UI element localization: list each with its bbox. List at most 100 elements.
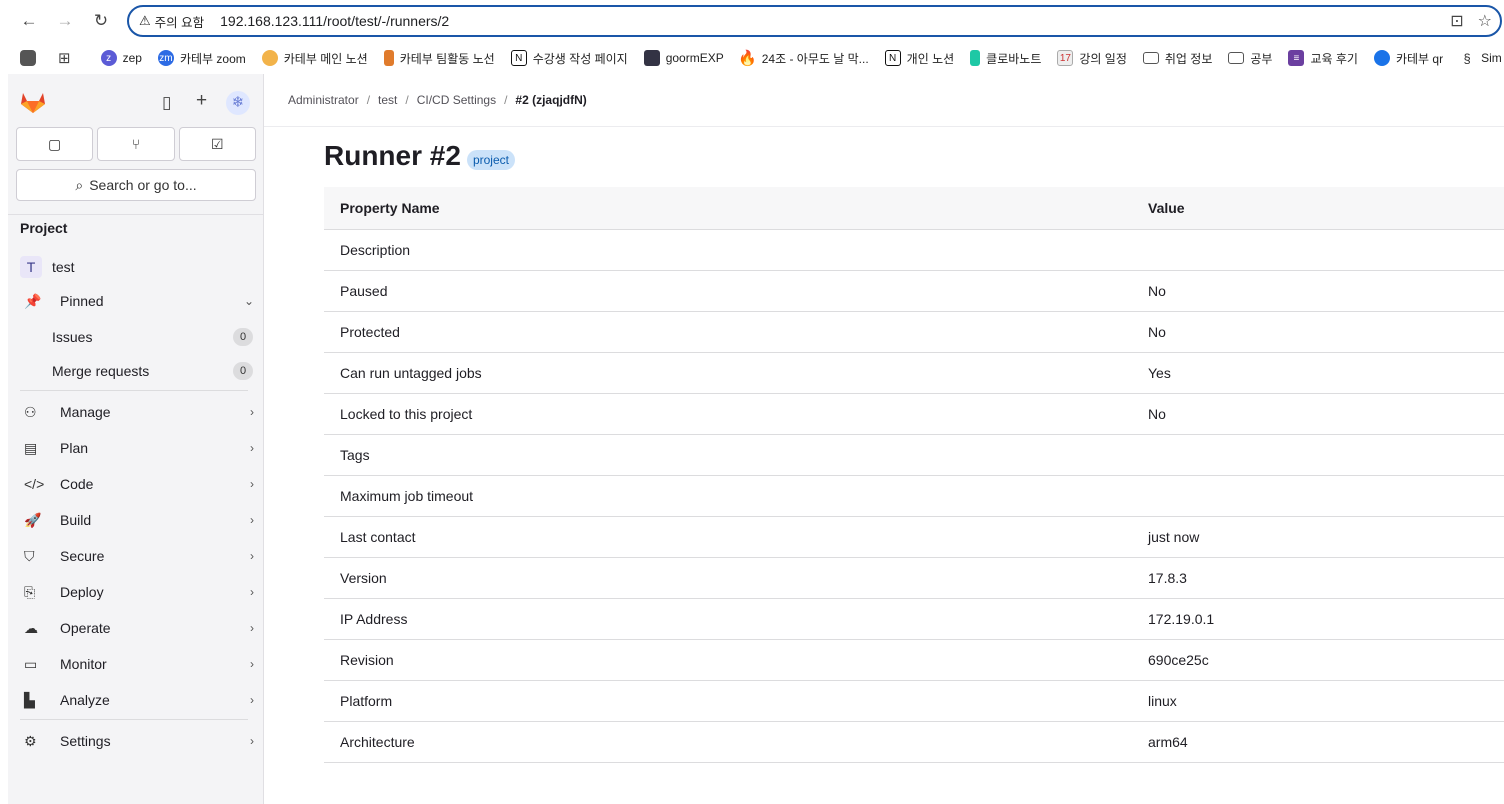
project-avatar: T: [20, 256, 42, 278]
plus-icon[interactable]: +: [196, 90, 207, 112]
bookmark-item[interactable]: § Sim: [1459, 50, 1501, 66]
reload-icon[interactable]: ↻: [90, 10, 112, 32]
breadcrumb-item[interactable]: CI/CD Settings: [417, 93, 496, 107]
calendar-icon: ▤: [24, 439, 38, 456]
sidebar-item-monitor[interactable]: ▭ Monitor ›: [16, 648, 256, 680]
bookmark-item[interactable]: 클로바노트: [970, 50, 1041, 67]
shield-icon: ⛉: [24, 547, 35, 564]
property-name-cell: Maximum job timeout: [324, 475, 1132, 517]
back-icon[interactable]: ←: [18, 10, 40, 32]
property-name-cell: Platform: [324, 680, 1132, 722]
bookmark-item[interactable]: 카테부 메인 노션: [261, 50, 368, 67]
page-header: Runner #2 project: [324, 140, 515, 172]
user-avatar[interactable]: ❄: [226, 91, 250, 115]
gitlab-logo-icon[interactable]: [20, 90, 46, 114]
sidebar: ▯ + ❄ ▢ ⑂ ☑ ⌕ Search or go to... Project…: [8, 74, 264, 804]
bookmark-item[interactable]: 🔥 24조 - 아무도 날 막...: [738, 50, 868, 67]
bookmarks-bar: ⊞ z zep zm 카테부 zoom 카테부 메인 노션 카테부 팀활동 노선 N…: [0, 42, 1504, 74]
sidebar-item-secure[interactable]: ⛉ Secure ›: [16, 540, 256, 572]
apps-icon[interactable]: ⊞: [58, 49, 71, 67]
folder-icon: [1142, 52, 1159, 64]
goorm-icon: [643, 50, 660, 66]
property-name-cell: Can run untagged jobs: [324, 352, 1132, 394]
code-icon: </>: [24, 476, 45, 492]
table-row: Protected No: [324, 311, 1504, 353]
sidebar-item-code[interactable]: </> Code ›: [16, 468, 256, 500]
chevron-right-icon: ›: [250, 405, 254, 419]
bookmark-item[interactable]: 취업 정보: [1142, 50, 1212, 67]
sidebar-item-build[interactable]: 🚀 Build ›: [16, 504, 256, 536]
sidebar-section-heading: Project: [20, 220, 68, 236]
bookmark-icon: [383, 50, 394, 66]
users-icon: ⚇: [24, 403, 37, 420]
table-row: Can run untagged jobs Yes: [324, 352, 1504, 394]
bookmark-item[interactable]: N 개인 노션: [884, 50, 954, 67]
pin-icon: 📌: [24, 292, 42, 309]
warning-icon[interactable]: ⚠: [139, 13, 151, 29]
todos-tab-icon[interactable]: ☑: [178, 127, 256, 161]
sidebar-toggle-icon[interactable]: [20, 50, 42, 66]
bookmark-item[interactable]: ≡ 교육 후기: [1288, 50, 1358, 67]
sidebar-item-deploy[interactable]: ⎘ Deploy ›: [16, 576, 256, 608]
sidebar-header: ▯ + ❄: [8, 74, 264, 132]
sidebar-item-manage[interactable]: ⚇ Manage ›: [16, 396, 256, 428]
qr-icon: [1373, 50, 1390, 66]
bookmark-item[interactable]: 공부: [1228, 50, 1272, 67]
runner-type-badge: project: [466, 150, 515, 170]
table-row: Version 17.8.3: [324, 557, 1504, 599]
chevron-down-icon: ⌄: [243, 294, 254, 308]
forward-icon[interactable]: →: [54, 10, 76, 32]
url-text[interactable]: 192.168.123.111/root/test/-/runners/2: [220, 13, 449, 29]
sim-icon: §: [1463, 50, 1471, 66]
notion-icon: N: [884, 50, 901, 66]
bookmark-item[interactable]: 카테부 qr: [1373, 50, 1443, 67]
breadcrumb-item[interactable]: test: [378, 93, 397, 107]
count-badge: 0: [233, 362, 253, 380]
sidebar-item-settings[interactable]: ⚙ Settings ›: [16, 725, 256, 757]
property-name-cell: Architecture: [324, 721, 1132, 763]
bookmark-item[interactable]: goormEXP: [643, 50, 724, 66]
search-button[interactable]: ⌕ Search or go to...: [16, 169, 256, 201]
property-value-cell: No: [1132, 270, 1504, 312]
merge-requests-tab-icon[interactable]: ⑂: [97, 127, 175, 161]
folder-icon: [1228, 52, 1245, 64]
property-value-cell: just now: [1132, 516, 1504, 558]
property-name-cell: IP Address: [324, 598, 1132, 640]
notion-emoji-icon: [261, 50, 278, 66]
collapse-sidebar-icon[interactable]: ▯: [162, 93, 171, 113]
breadcrumb-item[interactable]: Administrator: [288, 93, 359, 107]
bookmark-item[interactable]: zm 카테부 zoom: [157, 50, 246, 67]
star-icon[interactable]: ☆: [1478, 11, 1492, 31]
table-row: IP Address 172.19.0.1: [324, 598, 1504, 640]
table-row: Description: [324, 229, 1504, 271]
bookmark-item[interactable]: 카테부 팀활동 노선: [383, 50, 495, 67]
chevron-right-icon: ›: [250, 657, 254, 671]
deploy-icon: ⎘: [24, 583, 36, 600]
sidebar-item-project[interactable]: T test: [16, 251, 256, 283]
issues-tab-icon[interactable]: ▢: [16, 127, 94, 161]
breadcrumb: Administrator / test / CI/CD Settings / …: [264, 74, 1504, 127]
sidebar-item-plan[interactable]: ▤ Plan ›: [16, 432, 256, 464]
breadcrumb-separator: /: [504, 93, 508, 107]
sidebar-item-analyze[interactable]: ▙ Analyze ›: [16, 684, 256, 716]
table-row: Architecture arm64: [324, 721, 1504, 763]
sidebar-item-issues[interactable]: Issues 0: [52, 321, 253, 353]
breadcrumb-current[interactable]: #2 (zjaqjdfN): [515, 93, 586, 107]
bookmark-item[interactable]: z zep: [100, 50, 142, 66]
property-name-cell: Version: [324, 557, 1132, 599]
security-label[interactable]: 주의 요함: [155, 12, 204, 31]
calendar-icon: 17: [1057, 50, 1074, 66]
sidebar-item-operate[interactable]: ☁ Operate ›: [16, 612, 256, 644]
chart-icon: ▙: [24, 691, 35, 708]
address-bar[interactable]: ⚠ 주의 요함 192.168.123.111/root/test/-/runn…: [127, 5, 1502, 37]
rocket-icon: 🚀: [24, 511, 42, 528]
bookmark-item[interactable]: N 수강생 작성 페이지: [510, 50, 628, 67]
bookmark-item[interactable]: 17 강의 일정: [1057, 50, 1127, 67]
sidebar-item-pinned[interactable]: 📌 Pinned ⌄: [16, 285, 256, 317]
sidebar-divider: [8, 214, 264, 215]
clova-icon: [970, 50, 981, 66]
translate-icon[interactable]: ⊡: [1450, 11, 1463, 31]
property-value-cell: [1132, 475, 1504, 517]
table-row: Tags: [324, 434, 1504, 476]
sidebar-item-merge-requests[interactable]: Merge requests 0: [52, 355, 253, 387]
